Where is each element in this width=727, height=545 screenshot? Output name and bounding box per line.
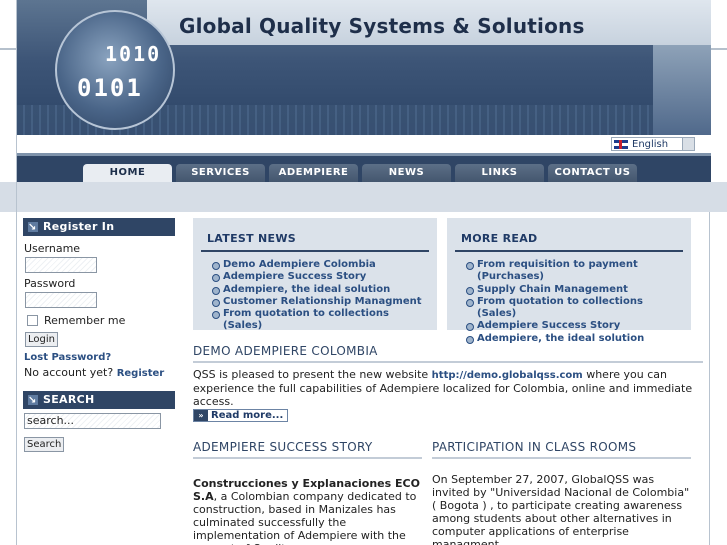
login-button[interactable]: Login xyxy=(25,332,58,347)
dropdown-arrow-icon[interactable] xyxy=(682,138,694,150)
article-class-rooms: PARTICIPATION IN CLASS ROOMS On Septembe… xyxy=(432,440,691,545)
double-chevron-right-icon: » xyxy=(194,410,208,421)
search-heading: SEARCH xyxy=(43,393,95,406)
remember-me-label: Remember me xyxy=(44,313,126,327)
login-heading: Register In xyxy=(43,220,115,233)
language-bar: English xyxy=(17,135,711,153)
latest-news-item[interactable]: Adempiere Success Story xyxy=(201,271,429,283)
globe-logo-icon xyxy=(55,10,175,130)
article-title[interactable]: ADEMPIERE SUCCESS STORY xyxy=(193,440,422,459)
latest-news-panel: LATEST NEWS Demo Adempiere Colombia Adem… xyxy=(193,218,437,333)
language-select[interactable]: English xyxy=(611,137,695,151)
arrow-icon xyxy=(28,219,38,237)
nav-tab-adempiere[interactable]: ADEMPIERE xyxy=(269,164,358,182)
header-banner: 1010 0101 Global Quality Systems & Solut… xyxy=(17,0,711,135)
site-title: Global Quality Systems & Solutions xyxy=(179,14,585,38)
search-box-header: SEARCH xyxy=(23,391,175,410)
no-account-text: No account yet? xyxy=(24,366,114,379)
search-box: SEARCH search... Search xyxy=(23,391,175,452)
latest-news-item[interactable]: From quotation to collections (Sales) xyxy=(201,308,429,333)
banner-decoration xyxy=(653,45,711,135)
article-title[interactable]: DEMO ADEMPIERE COLOMBIA xyxy=(193,344,703,363)
password-field[interactable] xyxy=(25,292,97,308)
read-more-label: Read more... xyxy=(211,410,284,421)
username-field[interactable] xyxy=(25,257,97,273)
nav-tab-home[interactable]: HOME xyxy=(83,164,172,182)
page-container: 1010 0101 Global Quality Systems & Solut… xyxy=(16,0,711,545)
more-read-item[interactable]: From quotation to collections (Sales) xyxy=(455,296,683,321)
remember-me-row: Remember me xyxy=(24,312,174,328)
login-box-header: Register In xyxy=(23,218,175,237)
latest-news-item[interactable]: Customer Relationship Managment xyxy=(201,296,429,308)
more-read-item[interactable]: Adempiere, the ideal solution xyxy=(455,333,683,345)
uk-flag-icon xyxy=(614,139,628,149)
nav-tab-links[interactable]: LINKS xyxy=(455,164,544,182)
lost-password-link[interactable]: Lost Password? xyxy=(24,352,111,363)
article-body: QSS is pleased to present the new websit… xyxy=(193,368,703,408)
register-link[interactable]: Register xyxy=(117,368,165,379)
sub-navigation-bar xyxy=(17,182,711,212)
article-text: QSS is pleased to present the new websit… xyxy=(193,368,432,381)
more-read-title: MORE READ xyxy=(455,232,683,252)
left-sidebar: Register In Username Password Remember m… xyxy=(23,218,175,452)
login-form: Username Password Remember me Login Lost… xyxy=(23,236,175,379)
arrow-icon xyxy=(28,392,38,410)
latest-news-item[interactable]: Demo Adempiere Colombia xyxy=(201,259,429,271)
article-body: Construcciones y Explanaciones ECO S.A, … xyxy=(193,477,422,545)
binary-text-line2: 0101 xyxy=(77,74,143,102)
binary-text-line1: 1010 xyxy=(105,42,162,66)
more-read-item[interactable]: From requisition to payment (Purchases) xyxy=(455,259,683,284)
read-more-button[interactable]: » Read more... xyxy=(193,409,289,422)
search-input[interactable]: search... xyxy=(24,413,161,429)
latest-news-title: LATEST NEWS xyxy=(201,232,429,252)
main-content: LATEST NEWS Demo Adempiere Colombia Adem… xyxy=(193,218,703,545)
nav-tab-services[interactable]: SERVICES xyxy=(176,164,265,182)
language-selected: English xyxy=(632,138,669,150)
search-button[interactable]: Search xyxy=(24,437,65,452)
article-demo-adempiere: DEMO ADEMPIERE COLOMBIA QSS is pleased t… xyxy=(193,344,703,422)
more-read-item[interactable]: Adempiere Success Story xyxy=(455,320,683,332)
article-body: On September 27, 2007, GlobalQSS was inv… xyxy=(432,473,690,545)
article-success-story: ADEMPIERE SUCCESS STORY Construcciones y… xyxy=(193,440,422,545)
latest-news-item[interactable]: Adempiere, the ideal solution xyxy=(201,284,429,296)
remember-me-checkbox[interactable] xyxy=(27,314,38,326)
username-label: Username xyxy=(24,242,81,255)
demo-site-link[interactable]: http://demo.globalqss.com xyxy=(432,370,583,381)
password-label: Password xyxy=(24,277,76,290)
nav-tab-news[interactable]: NEWS xyxy=(362,164,451,182)
article-title[interactable]: PARTICIPATION IN CLASS ROOMS xyxy=(432,440,691,459)
nav-tab-contact-us[interactable]: CONTACT US xyxy=(548,164,637,182)
article-text: , a Colombian company dedicated to const… xyxy=(193,490,417,545)
more-read-panel: MORE READ From requisition to payment (P… xyxy=(447,218,691,345)
more-read-item[interactable]: Supply Chain Management xyxy=(455,284,683,296)
main-navigation: HOME SERVICES ADEMPIERE NEWS LINKS CONTA… xyxy=(17,153,711,182)
